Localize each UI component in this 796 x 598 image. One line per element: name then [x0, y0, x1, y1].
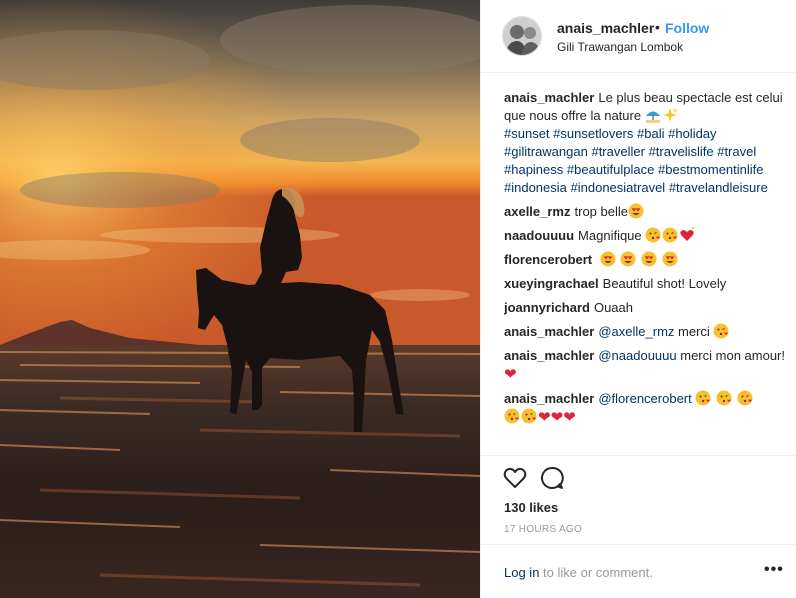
- comment-username[interactable]: anais_machler: [504, 391, 594, 406]
- comment-text: Ouaah: [593, 300, 634, 315]
- follow-button[interactable]: Follow: [665, 20, 709, 36]
- red-heart-emoji-icon: ❤: [550, 409, 564, 426]
- comment-item: axelle_rmz trop belle: [504, 203, 786, 221]
- like-button[interactable]: [502, 465, 528, 491]
- post-timestamp[interactable]: 17 HOURS AGO: [504, 524, 582, 535]
- comment-item: anais_machler @florencerobert ❤❤❤: [504, 390, 786, 427]
- post-actions: [481, 455, 796, 495]
- comment-text: Magnifique: [578, 228, 642, 243]
- hashtag[interactable]: #travelislife: [649, 144, 714, 159]
- kissing-heart-emoji-icon: [645, 227, 661, 243]
- comment-mention[interactable]: @naadouuuu: [598, 348, 676, 363]
- beach-umbrella-emoji-icon: [645, 111, 660, 123]
- comment-item: anais_machler @axelle_rmz merci: [504, 323, 786, 341]
- sparkles-emoji-icon: [662, 108, 678, 122]
- comment-item: joannyrichard Ouaah: [504, 299, 786, 317]
- heart-eyes-emoji-icon: [662, 251, 678, 267]
- hashtag[interactable]: #bestmomentinlife: [658, 162, 764, 177]
- comment-username[interactable]: anais_machler: [504, 348, 594, 363]
- post-location[interactable]: Gili Trawangan Lombok: [557, 40, 683, 54]
- hashtag[interactable]: #sunsetlovers: [553, 126, 633, 141]
- comment-username[interactable]: naadouuuu: [504, 228, 574, 243]
- comment-username[interactable]: xueyingrachael: [504, 276, 599, 291]
- comment-item: anais_machler @naadouuuu merci mon amour!…: [504, 347, 786, 384]
- comment-item: florencerobert: [504, 251, 786, 269]
- kissing-heart-emoji-icon: [662, 227, 678, 243]
- comment-item: xueyingrachael Beautiful shot! Lovely: [504, 275, 786, 293]
- hashtag[interactable]: #indonesia: [504, 180, 567, 195]
- comment-username[interactable]: joannyrichard: [504, 300, 590, 315]
- heart-eyes-emoji-icon: [600, 251, 616, 267]
- kissing-heart-emoji-icon: [713, 323, 729, 339]
- post-sidebar: anais_machler • Follow Gili Trawangan Lo…: [480, 0, 796, 598]
- heart-outline-icon: [503, 467, 527, 488]
- login-prompt: Log in to like or comment.: [504, 565, 653, 580]
- avatar-photo-icon: [503, 17, 541, 55]
- comment-button[interactable]: [539, 465, 565, 491]
- comment-mention[interactable]: @florencerobert: [598, 391, 691, 406]
- comment-username[interactable]: axelle_rmz: [504, 204, 571, 219]
- login-link[interactable]: Log in: [504, 565, 539, 580]
- post-author-username[interactable]: anais_machler: [557, 20, 654, 36]
- hashtag[interactable]: #indonesiatravel: [571, 180, 666, 195]
- avatar[interactable]: [502, 16, 542, 56]
- kissing-heart-emoji-icon: [737, 390, 753, 406]
- comment-text: trop belle: [574, 204, 628, 219]
- comment-item: naadouuuu Magnifique: [504, 227, 786, 245]
- hashtag[interactable]: #hapiness: [504, 162, 563, 177]
- hashtag[interactable]: #beautifulplace: [567, 162, 654, 177]
- comment-username[interactable]: florencerobert: [504, 252, 592, 267]
- hashtag[interactable]: #holiday: [668, 126, 716, 141]
- red-heart-emoji-icon: ❤: [563, 409, 576, 426]
- post-footer: Log in to like or comment. •••: [481, 544, 796, 598]
- heart-eyes-emoji-icon: [641, 251, 657, 267]
- post-header: anais_machler • Follow Gili Trawangan Lo…: [481, 0, 796, 73]
- instagram-post: anais_machler • Follow Gili Trawangan Lo…: [0, 0, 796, 598]
- comment-text: Beautiful shot! Lovely: [602, 276, 727, 291]
- kissing-heart-emoji-icon: [521, 408, 537, 424]
- red-heart-emoji-icon: ❤: [538, 409, 551, 426]
- comment-text: merci: [678, 324, 710, 339]
- comment-username[interactable]: anais_machler: [504, 324, 594, 339]
- more-options-icon[interactable]: •••: [764, 561, 784, 579]
- comment-mention[interactable]: @axelle_rmz: [598, 324, 674, 339]
- heart-eyes-emoji-icon: [628, 203, 644, 219]
- sunset-horse-image: [0, 0, 480, 598]
- hashtag[interactable]: #travelandleisure: [669, 180, 768, 195]
- comments-list[interactable]: anais_machler Le plus beau spectacle est …: [504, 89, 786, 455]
- post-photo[interactable]: [0, 0, 480, 598]
- kissing-heart-emoji-icon: [504, 408, 520, 424]
- hashtag[interactable]: #gilitrawangan: [504, 144, 588, 159]
- hashtag[interactable]: #sunset: [504, 126, 550, 141]
- hashtag[interactable]: #bali: [637, 126, 664, 141]
- comment-bubble-icon: [541, 466, 564, 489]
- header-separator: •: [655, 19, 660, 35]
- heart-eyes-emoji-icon: [620, 251, 636, 267]
- caption-username[interactable]: anais_machler: [504, 90, 594, 105]
- kissing-heart-emoji-icon: [716, 390, 732, 406]
- hashtag[interactable]: #travel: [717, 144, 756, 159]
- caption: anais_machler Le plus beau spectacle est …: [504, 89, 786, 197]
- hashtag[interactable]: #traveller: [591, 144, 644, 159]
- comment-text: merci mon amour!: [680, 348, 785, 363]
- login-prompt-text: to like or comment.: [543, 565, 653, 580]
- likes-count[interactable]: 130 likes: [504, 500, 558, 515]
- red-heart-emoji-icon: ❤: [504, 366, 517, 383]
- kissing-heart-emoji-icon: [695, 390, 711, 406]
- sparkling-heart-emoji-icon: [680, 227, 695, 241]
